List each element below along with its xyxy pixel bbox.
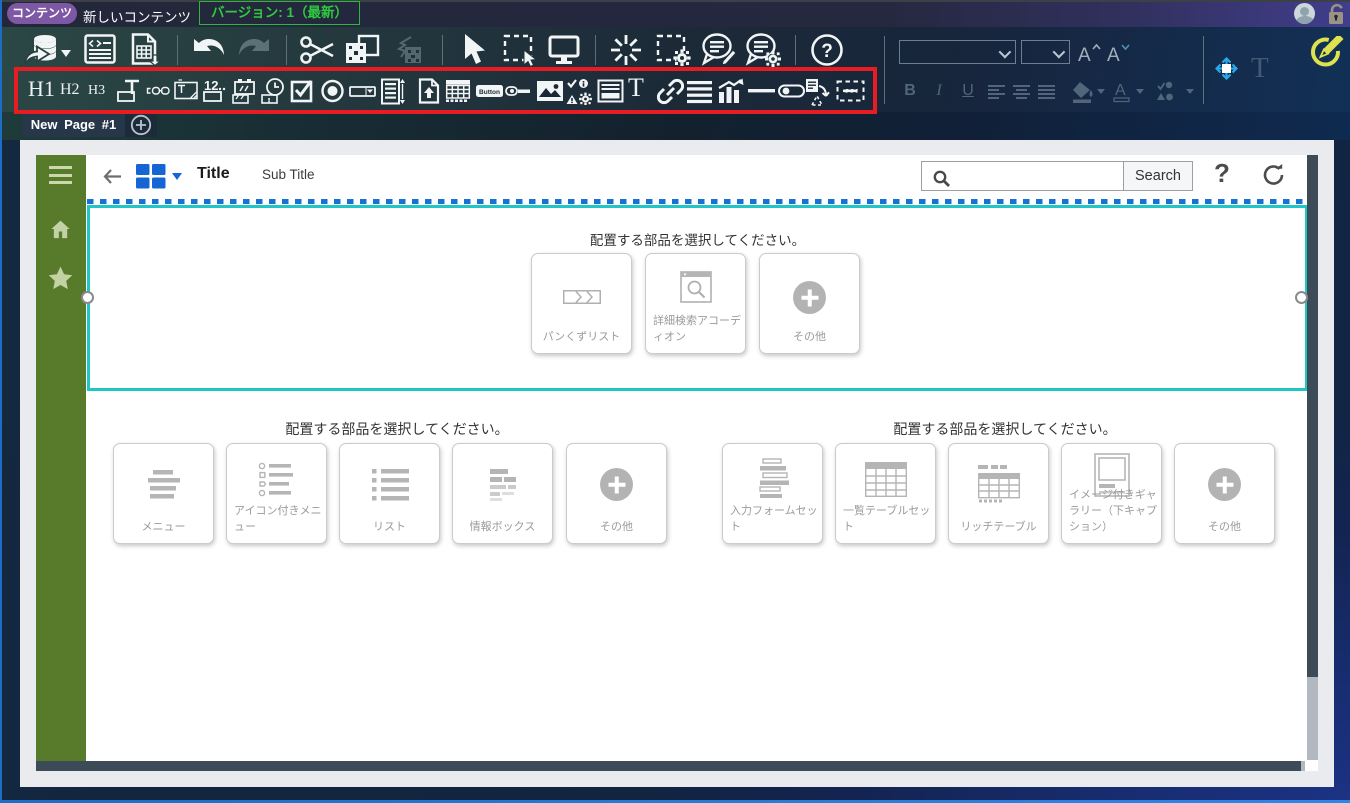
svg-text:A: A	[1078, 45, 1091, 65]
svg-text:A: A	[1107, 45, 1120, 65]
svg-text:?: ?	[821, 41, 833, 62]
svg-text:Button: Button	[479, 89, 500, 96]
svg-text:12: 12	[204, 78, 218, 93]
svg-text:A: A	[1115, 82, 1126, 99]
